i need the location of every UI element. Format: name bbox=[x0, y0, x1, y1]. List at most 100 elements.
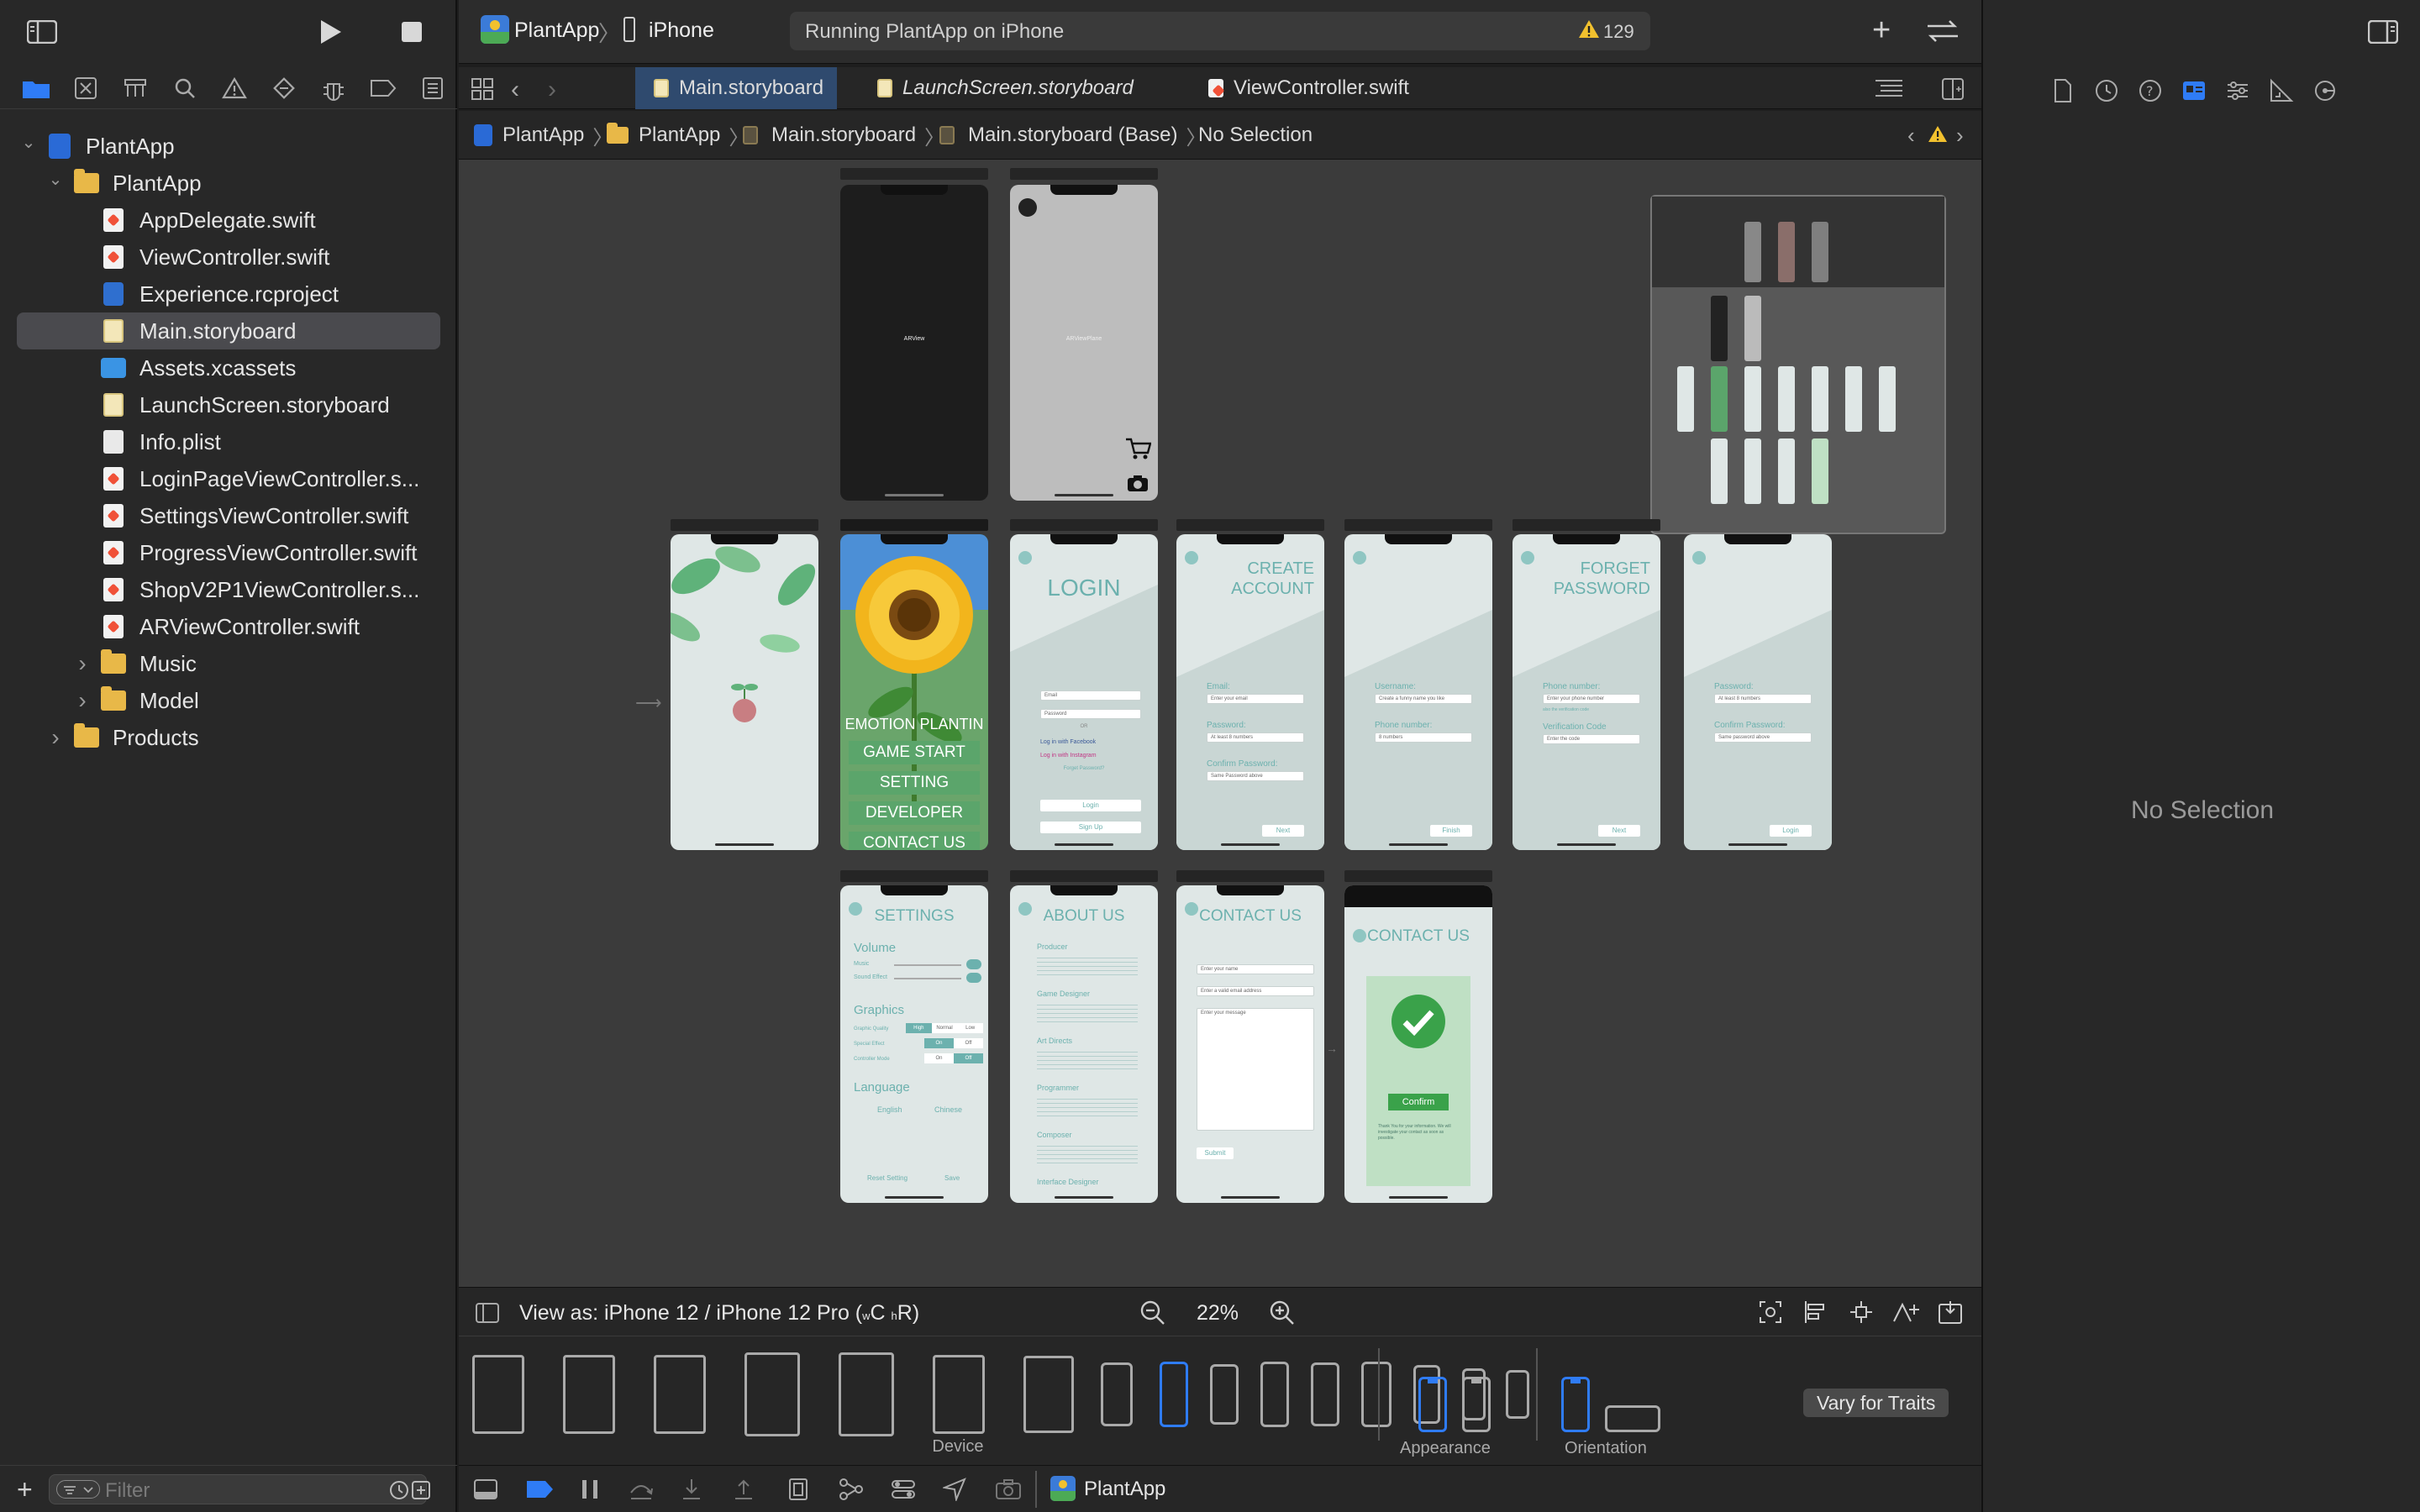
navigator-item[interactable]: LoginPageViewController.s... bbox=[0, 460, 457, 497]
find-icon[interactable] bbox=[160, 67, 210, 109]
zoom-level[interactable]: 22% bbox=[1197, 1301, 1239, 1326]
setting-button[interactable]: SETTING bbox=[849, 771, 980, 795]
run-icon[interactable] bbox=[318, 18, 343, 45]
breakpoints-toggle-icon[interactable] bbox=[526, 1479, 555, 1499]
scene-settings[interactable]: SETTINGS Volume Music Sound Effect Graph… bbox=[840, 885, 988, 1203]
warning-icon[interactable] bbox=[1928, 124, 1948, 144]
segment[interactable]: On bbox=[924, 1053, 954, 1063]
scene-contact-confirm[interactable]: CONTACT US Confirm Thank You for your in… bbox=[1344, 885, 1492, 1203]
code-field[interactable]: Enter the code bbox=[1543, 734, 1640, 744]
camera-capture-icon[interactable] bbox=[995, 1479, 1022, 1499]
ipad-device-icon[interactable] bbox=[839, 1352, 894, 1436]
segment[interactable]: Normal bbox=[931, 1023, 958, 1033]
library-add-icon[interactable]: + bbox=[1872, 13, 1891, 47]
segment[interactable]: Low bbox=[957, 1023, 984, 1033]
save-button[interactable]: Save bbox=[944, 1174, 960, 1182]
scene-home-menu[interactable]: EMOTION PLANTIN GAME START SETTING DEVEL… bbox=[840, 534, 988, 850]
navigator-item[interactable]: ShopV2P1ViewController.s... bbox=[0, 571, 457, 608]
breakpoint-navigator-icon[interactable] bbox=[358, 67, 408, 109]
back-button-icon[interactable] bbox=[1018, 198, 1037, 217]
debug-navigator-icon[interactable] bbox=[308, 67, 358, 109]
navigator-item[interactable]: ProgressViewController.swift bbox=[0, 534, 457, 571]
back-button-icon[interactable] bbox=[1185, 551, 1198, 564]
disclosure-collapsed-icon[interactable]: › bbox=[72, 687, 92, 713]
scene-progress[interactable] bbox=[671, 534, 818, 850]
storyboard-canvas[interactable]: ARView ARViewPlane ⟶ EMOTION PLANTIN GAM… bbox=[459, 160, 1981, 1287]
breadcrumb-base[interactable]: Main.storyboard (Base) 〉 bbox=[939, 111, 1214, 160]
test-navigator-icon[interactable] bbox=[259, 67, 308, 109]
back-button-icon[interactable] bbox=[1692, 551, 1706, 564]
facebook-login-link[interactable]: Log in with Facebook bbox=[1040, 739, 1096, 745]
back-button-icon[interactable] bbox=[1521, 551, 1534, 564]
project-navigator-icon[interactable] bbox=[12, 67, 61, 109]
environment-overrides-icon[interactable] bbox=[891, 1478, 916, 1501]
scene-about-us[interactable]: ABOUT US Producer Game Designer Art Dire… bbox=[1010, 885, 1158, 1203]
iphone-device-icon[interactable] bbox=[1506, 1370, 1529, 1419]
confirm-button[interactable]: Confirm bbox=[1388, 1094, 1449, 1110]
scene-reset-password[interactable]: Password: At least 8 numbers Confirm Pas… bbox=[1684, 534, 1832, 850]
login-button[interactable]: Login bbox=[1040, 800, 1141, 811]
email-field[interactable]: Enter a valid email address bbox=[1197, 986, 1314, 996]
previous-issue-icon[interactable]: ‹ bbox=[1907, 123, 1915, 149]
message-field[interactable]: Enter your message bbox=[1197, 1008, 1314, 1131]
breadcrumb-folder[interactable]: PlantApp 〉 bbox=[607, 111, 757, 160]
attributes-inspector-icon[interactable] bbox=[2225, 78, 2250, 103]
navigator-item[interactable]: SettingsViewController.swift bbox=[0, 497, 457, 534]
email-field[interactable]: Email bbox=[1040, 690, 1141, 701]
reset-setting-button[interactable]: Reset Setting bbox=[867, 1174, 908, 1182]
next-button[interactable]: Next bbox=[1598, 825, 1640, 837]
view-as-label[interactable]: View as: iPhone 12 / iPhone 12 Pro (wC h… bbox=[519, 1301, 919, 1326]
identity-inspector-icon[interactable] bbox=[2181, 78, 2207, 103]
password-field[interactable]: At least 8 numbers bbox=[1207, 732, 1304, 743]
target-app-name[interactable]: PlantApp bbox=[1084, 1478, 1165, 1501]
english-option[interactable]: English bbox=[877, 1105, 902, 1114]
phone-field[interactable]: Enter your phone number bbox=[1543, 694, 1640, 704]
step-out-icon[interactable] bbox=[733, 1478, 755, 1501]
tab-viewcontroller-swift[interactable]: ViewController.swift bbox=[1208, 67, 1460, 109]
segment[interactable]: High bbox=[906, 1023, 932, 1033]
warning-icon[interactable] bbox=[1578, 18, 1600, 40]
special-segmented[interactable]: On Off bbox=[924, 1038, 983, 1048]
editor-options-icon[interactable] bbox=[1874, 77, 1904, 99]
view-hierarchy-icon[interactable] bbox=[786, 1478, 810, 1501]
canvas-minimap[interactable] bbox=[1650, 195, 1946, 534]
navigator-item[interactable]: LaunchScreen.storyboard bbox=[0, 386, 457, 423]
scheme-name[interactable]: PlantApp bbox=[514, 18, 599, 43]
hide-debug-area-icon[interactable] bbox=[474, 1479, 497, 1499]
disclosure-expanded-icon[interactable]: ⌄ bbox=[45, 169, 66, 189]
align-icon[interactable] bbox=[1803, 1299, 1828, 1325]
scene-contact-us[interactable]: CONTACT US Enter your name Enter a valid… bbox=[1176, 885, 1324, 1203]
dark-appearance-option[interactable] bbox=[1462, 1377, 1491, 1432]
warning-count[interactable]: 129 bbox=[1603, 21, 1634, 43]
username-field[interactable]: Create a funny name you like bbox=[1375, 694, 1472, 704]
breadcrumb-selection[interactable]: No Selection bbox=[1198, 111, 1313, 160]
confirm-password-field[interactable]: Same Password above bbox=[1207, 771, 1304, 781]
scene-login[interactable]: LOGIN Email Password OR Log in with Face… bbox=[1010, 534, 1158, 850]
sound-slider[interactable] bbox=[894, 978, 961, 979]
back-arrow-icon[interactable]: ‹ bbox=[511, 76, 519, 104]
ipad-device-icon[interactable] bbox=[933, 1355, 985, 1434]
simulate-location-icon[interactable] bbox=[943, 1478, 966, 1501]
signup-button[interactable]: Sign Up bbox=[1040, 822, 1141, 833]
email-field[interactable]: Enter your email bbox=[1207, 694, 1304, 704]
run-destination[interactable]: iPhone bbox=[649, 18, 714, 43]
add-constraints-icon[interactable] bbox=[1849, 1299, 1874, 1325]
document-outline-icon[interactable] bbox=[476, 1303, 499, 1323]
navigator-item[interactable]: › Model bbox=[0, 682, 457, 719]
disclosure-expanded-icon[interactable]: ⌄ bbox=[18, 132, 39, 152]
segment[interactable]: On bbox=[924, 1038, 954, 1048]
navigator-item[interactable]: Info.plist bbox=[0, 423, 457, 460]
controller-segmented[interactable]: On Off bbox=[924, 1053, 983, 1063]
embed-in-icon[interactable] bbox=[1938, 1299, 1963, 1325]
iphone-device-icon[interactable] bbox=[1311, 1362, 1339, 1426]
ipad-device-icon[interactable] bbox=[654, 1355, 706, 1434]
navigator-item[interactable]: ARViewController.swift bbox=[0, 608, 457, 645]
landscape-orientation-option[interactable] bbox=[1605, 1405, 1660, 1432]
navigator-item[interactable]: ⌄ PlantApp bbox=[0, 165, 457, 202]
next-button[interactable]: Next bbox=[1262, 825, 1304, 837]
navigator-item[interactable]: ⌄ PlantApp bbox=[0, 128, 457, 165]
history-inspector-icon[interactable] bbox=[2094, 78, 2119, 103]
navigator-item[interactable]: ViewController.swift bbox=[0, 239, 457, 276]
file-inspector-icon[interactable] bbox=[2050, 78, 2075, 103]
password-field[interactable]: At least 8 numbers bbox=[1714, 694, 1812, 704]
